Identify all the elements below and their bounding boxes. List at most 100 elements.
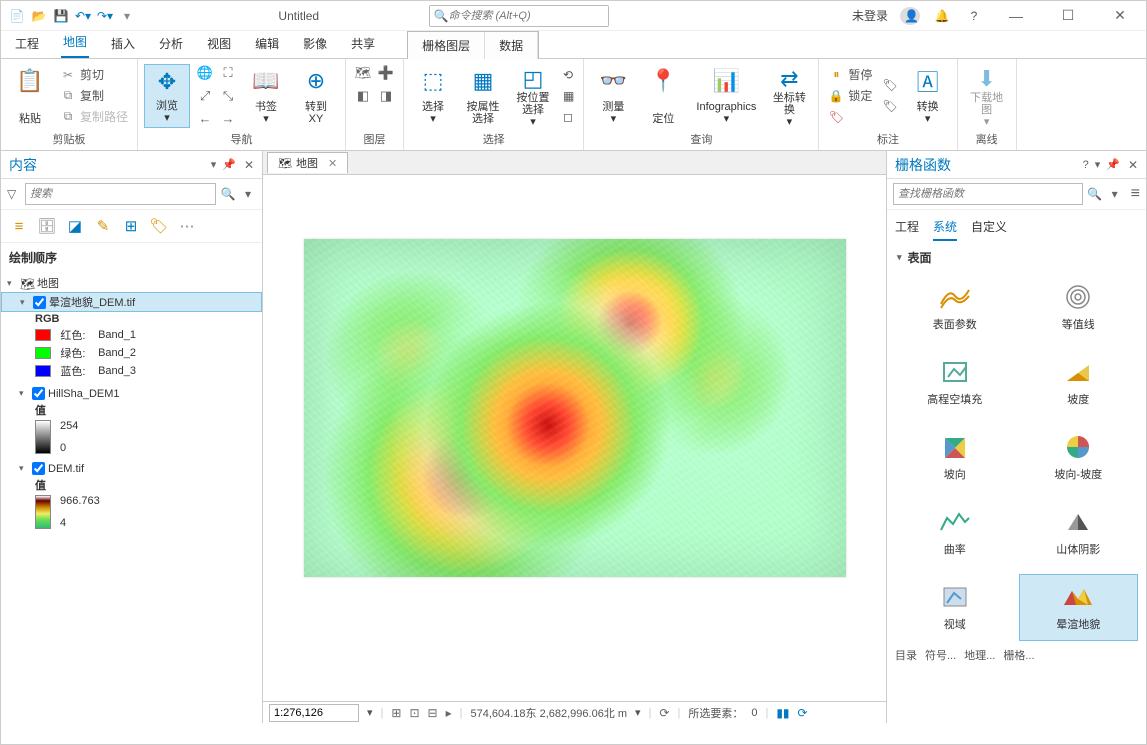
search-icon[interactable]: 🔍: [1087, 187, 1103, 201]
list-by-source-icon[interactable]: 🗄: [37, 216, 57, 236]
select-by-loc-button[interactable]: ◰按位置选择▾: [510, 64, 556, 128]
close-icon[interactable]: ✕: [1100, 7, 1140, 24]
maximize-icon[interactable]: ☐: [1048, 7, 1088, 24]
more-label-icon-2[interactable]: 🏷: [879, 96, 900, 116]
explore-button[interactable]: ✥浏览▾: [144, 64, 190, 128]
select-button[interactable]: ⬚选择▾: [410, 64, 456, 128]
category-surface[interactable]: ▾表面: [887, 241, 1146, 270]
deselect-icon[interactable]: ◻: [560, 107, 577, 127]
fixed-zoom-in-icon[interactable]: ⤢: [194, 85, 216, 107]
basemap-icon[interactable]: 🗺: [352, 62, 374, 84]
refresh-icon[interactable]: ⟳: [798, 706, 808, 720]
tab-symbology[interactable]: 符号...: [925, 647, 956, 663]
convert-button[interactable]: 🄰转换▾: [905, 64, 951, 128]
scale-input[interactable]: [269, 704, 359, 722]
fn-aspect[interactable]: 坡向: [895, 424, 1015, 491]
fixed-zoom-out-icon[interactable]: ⤡: [217, 85, 239, 107]
zoom-sel-icon[interactable]: ⛶: [217, 62, 239, 84]
attr-table-icon[interactable]: ▦: [560, 86, 577, 106]
menu-icon[interactable]: ≡: [1131, 185, 1140, 203]
search-icon[interactable]: 🔍: [220, 187, 236, 201]
clear-sel-icon[interactable]: ⟲: [560, 65, 577, 85]
fn-shaded-relief[interactable]: 晕渲地貌: [1019, 574, 1139, 641]
tab-geoprocessing[interactable]: 地理...: [964, 647, 995, 663]
list-by-labeling-icon[interactable]: 🏷: [149, 216, 169, 236]
tab-map[interactable]: 地图: [61, 29, 89, 58]
list-by-drawing-icon[interactable]: ≡: [9, 216, 29, 236]
cut-button[interactable]: ✂剪切: [57, 65, 131, 85]
rotation-icon[interactable]: ⟳: [659, 706, 669, 720]
fn-viewshed[interactable]: 视域: [895, 574, 1015, 641]
next-extent-icon[interactable]: →: [217, 108, 239, 130]
command-search[interactable]: 🔍: [429, 5, 609, 27]
download-map-button[interactable]: ⬇下载地图▾: [964, 64, 1010, 128]
tab-insert[interactable]: 插入: [109, 31, 137, 58]
layer-checkbox[interactable]: [32, 387, 45, 400]
panel-pin-icon[interactable]: 📌: [222, 158, 236, 171]
copypath-button[interactable]: ⧉复制路径: [57, 107, 131, 127]
tab-edit[interactable]: 编辑: [253, 31, 281, 58]
dropdown-icon[interactable]: ▾: [1107, 187, 1123, 201]
add-graphics-icon[interactable]: ◨: [375, 85, 397, 107]
more-icon[interactable]: ⋯: [177, 216, 197, 236]
minimize-icon[interactable]: —: [996, 8, 1036, 24]
command-search-input[interactable]: [448, 10, 603, 22]
coord-convert-button[interactable]: ⇄坐标转换▾: [766, 64, 812, 128]
panel-help-icon[interactable]: ?: [1083, 159, 1089, 171]
panel-options-icon[interactable]: ▾: [211, 158, 217, 171]
sb-grid-icon[interactable]: ⊞: [391, 706, 401, 720]
paste-button[interactable]: 📋粘贴: [7, 64, 53, 128]
panel-close-icon[interactable]: ✕: [244, 158, 254, 172]
map-canvas[interactable]: [263, 175, 886, 701]
raster-tab-custom[interactable]: 自定义: [971, 214, 1007, 241]
tab-analysis[interactable]: 分析: [157, 31, 185, 58]
close-tab-icon[interactable]: ✕: [328, 157, 337, 170]
tab-data[interactable]: 数据: [485, 32, 538, 59]
lock-button[interactable]: 🔒锁定: [825, 86, 875, 106]
new-project-icon[interactable]: 📄: [7, 6, 27, 26]
fn-aspect-slope[interactable]: 坡向-坡度: [1019, 424, 1139, 491]
select-by-attr-button[interactable]: ▦按属性选择: [460, 64, 506, 128]
filter-icon[interactable]: ▽: [7, 187, 21, 201]
measure-button[interactable]: 👓测量▾: [590, 64, 636, 128]
panel-options-icon[interactable]: ▾: [1095, 158, 1101, 171]
gotoxy-button[interactable]: ⊕转到 XY: [293, 64, 339, 128]
fn-elevation-void-fill[interactable]: 高程空填充: [895, 349, 1015, 416]
full-extent-icon[interactable]: 🌐: [194, 62, 216, 84]
locate-button[interactable]: 📍定位: [640, 64, 686, 128]
infographics-button[interactable]: 📊Infographics▾: [690, 64, 762, 128]
panel-close-icon[interactable]: ✕: [1128, 158, 1138, 172]
user-icon[interactable]: 👤: [900, 7, 920, 25]
fn-contour[interactable]: 等值线: [1019, 274, 1139, 341]
scale-dropdown-icon[interactable]: ▾: [367, 706, 373, 719]
map-tab[interactable]: 🗺地图✕: [267, 152, 348, 173]
layer-checkbox[interactable]: [33, 296, 46, 309]
undo-icon[interactable]: ↶▾: [73, 6, 93, 26]
list-by-selection-icon[interactable]: ◪: [65, 216, 85, 236]
list-by-snapping-icon[interactable]: ⊞: [121, 216, 141, 236]
tab-raster-layer[interactable]: 栅格图层: [408, 32, 485, 59]
tab-catalog[interactable]: 目录: [895, 647, 917, 663]
fn-surface-params[interactable]: 表面参数: [895, 274, 1015, 341]
layer-hillshade[interactable]: ▾HillSha_DEM1: [1, 386, 262, 401]
open-icon[interactable]: 📂: [29, 6, 49, 26]
copy-button[interactable]: ⧉复制: [57, 86, 131, 106]
raster-tab-project[interactable]: 工程: [895, 214, 919, 241]
layer-dem[interactable]: ▾DEM.tif: [1, 461, 262, 476]
map-frame[interactable]: ▾🗺地图: [1, 274, 262, 292]
sb-snap-icon[interactable]: ⊡: [409, 706, 419, 720]
pause-draw-icon[interactable]: ▮▮: [776, 706, 789, 720]
sb-correction-icon[interactable]: ▸: [446, 706, 452, 720]
fn-hillshade[interactable]: 山体阴影: [1019, 499, 1139, 566]
layer-shaded-relief[interactable]: ▾晕渲地貌_DEM.tif: [1, 292, 262, 312]
layer-checkbox[interactable]: [32, 462, 45, 475]
more-label-icon[interactable]: 🏷: [879, 75, 900, 95]
pause-button[interactable]: ⏸暂停: [825, 65, 875, 85]
add-preset-icon[interactable]: ◧: [352, 85, 374, 107]
notification-icon[interactable]: 🔔: [932, 9, 952, 23]
tab-imagery[interactable]: 影像: [301, 31, 329, 58]
sb-dyntext-icon[interactable]: ⊟: [428, 706, 438, 720]
add-data-icon[interactable]: ➕: [375, 62, 397, 84]
coords-dropdown-icon[interactable]: ▾: [635, 706, 641, 719]
redo-icon[interactable]: ↷▾: [95, 6, 115, 26]
